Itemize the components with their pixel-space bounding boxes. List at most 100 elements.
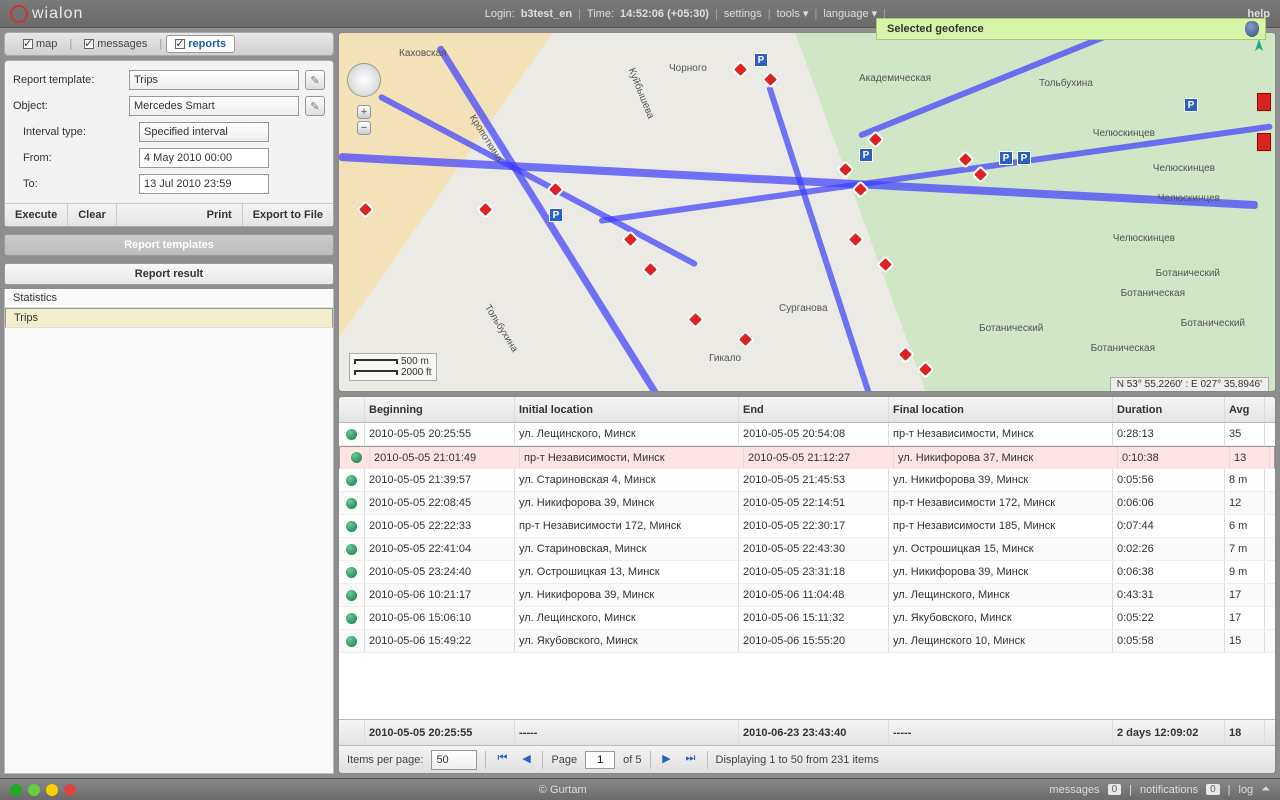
tab-map[interactable]: map [15, 36, 65, 52]
time-label: Time: [587, 8, 614, 20]
map-view[interactable]: P P P P P P Каховская Кропоткина Куйбыше… [338, 32, 1276, 392]
col-beginning[interactable]: Beginning [365, 397, 515, 422]
map-street-label: Ботанический [1156, 268, 1220, 279]
templates-header[interactable]: Report templates [4, 234, 334, 256]
cell-duration: 0:10:38 [1118, 447, 1230, 468]
table-row[interactable]: 2010-05-05 21:01:49пр-т Независимости, М… [339, 446, 1275, 469]
map-zoom-control[interactable]: +− [357, 105, 371, 135]
cell-end: 2010-05-06 15:11:32 [739, 607, 889, 629]
parking-icon: P [1184, 98, 1198, 112]
col-end[interactable]: End [739, 397, 889, 422]
table-row[interactable]: 2010-05-05 21:39:57ул. Стариновская 4, М… [339, 469, 1275, 492]
clear-button[interactable]: Clear [68, 204, 117, 226]
export-button[interactable]: Export to File [243, 204, 333, 226]
cell-beginning: 2010-05-05 21:39:57 [365, 469, 515, 491]
cell-avg: 15 [1225, 630, 1265, 652]
ipp-label: Items per page: [347, 754, 423, 766]
col-initial-location[interactable]: Initial location [515, 397, 739, 422]
result-item-statistics[interactable]: Statistics [5, 289, 333, 308]
cell-avg: 6 m [1225, 515, 1265, 537]
logo-text: wialon [32, 5, 83, 23]
col-avg[interactable]: Avg [1225, 397, 1265, 422]
cell-beginning: 2010-05-06 15:49:22 [365, 630, 515, 652]
tab-messages[interactable]: messages [76, 36, 155, 52]
execute-button[interactable]: Execute [5, 204, 68, 226]
table-row[interactable]: 2010-05-06 10:21:17ул. Никифорова 39, Ми… [339, 584, 1275, 607]
page-first-icon[interactable]: ⏮ [494, 752, 510, 768]
checkbox-icon[interactable] [84, 39, 94, 49]
col-final-location[interactable]: Final location [889, 397, 1113, 422]
object-select[interactable]: Mercedes Smart [129, 96, 299, 116]
status-dot-icon[interactable] [10, 784, 22, 796]
checkbox-icon[interactable] [175, 39, 185, 49]
page-prev-icon[interactable]: ◀ [518, 752, 534, 768]
object-tool-icon[interactable]: ✎ [305, 96, 325, 116]
cell-initial-location: ул. Стариновская, Минск [515, 538, 739, 560]
map-pan-control[interactable] [347, 63, 381, 97]
template-label: Report template: [13, 74, 123, 86]
interval-select[interactable]: Specified interval [139, 122, 269, 142]
geofence-tooltip-text: Selected geofence [887, 23, 984, 35]
table-row[interactable]: 2010-05-06 15:49:22ул. Якубовского, Минс… [339, 630, 1275, 653]
template-tool-icon[interactable]: ✎ [305, 70, 325, 90]
expand-icon[interactable]: ⏶ [1261, 783, 1270, 796]
table-row[interactable]: 2010-05-06 15:06:10ул. Лещинского, Минск… [339, 607, 1275, 630]
cell-final-location: ул. Никифорова 39, Минск [889, 561, 1113, 583]
link-tools[interactable]: tools ▾ [777, 7, 809, 20]
cell-beginning: 2010-05-05 22:41:04 [365, 538, 515, 560]
row-marker-icon [346, 429, 357, 440]
map-marker-icon [1257, 133, 1271, 151]
template-select[interactable]: Trips [129, 70, 299, 90]
cell-initial-location: ул. Никифорова 39, Минск [515, 492, 739, 514]
to-label: To: [23, 178, 133, 190]
link-settings[interactable]: settings [724, 8, 762, 20]
zoom-in-icon[interactable]: + [357, 105, 371, 119]
status-dot-icon[interactable] [64, 784, 76, 796]
view-tabs: map | messages | reports [4, 32, 334, 56]
page-of: of 5 [623, 754, 641, 766]
status-bar: © Gurtam messages 0 | notifications 0 | … [0, 778, 1280, 800]
grid-footer: 2010-05-05 20:25:55 ----- 2010-06-23 23:… [339, 719, 1275, 745]
from-label: From: [23, 152, 133, 164]
table-row[interactable]: 2010-05-05 22:22:33пр-т Независимости 17… [339, 515, 1275, 538]
footer-end: 2010-06-23 23:43:40 [739, 720, 889, 745]
cell-end: 2010-05-05 20:54:08 [739, 423, 889, 445]
trips-grid: Beginning Initial location End Final loc… [338, 396, 1276, 774]
link-language[interactable]: language ▾ [823, 7, 877, 20]
footer-messages[interactable]: messages [1049, 784, 1099, 796]
page-last-icon[interactable]: ⏭ [683, 752, 699, 768]
cell-end: 2010-05-05 22:43:30 [739, 538, 889, 560]
cell-duration: 0:05:56 [1113, 469, 1225, 491]
status-dot-icon[interactable] [46, 784, 58, 796]
from-input[interactable] [139, 148, 269, 168]
cell-duration: 0:07:44 [1113, 515, 1225, 537]
checkbox-icon[interactable] [23, 39, 33, 49]
page-input[interactable] [585, 751, 615, 769]
ipp-select[interactable]: 50 [431, 750, 477, 770]
zoom-out-icon[interactable]: − [357, 121, 371, 135]
tab-reports[interactable]: reports [166, 35, 235, 53]
cell-end: 2010-05-06 15:55:20 [739, 630, 889, 652]
print-button[interactable]: Print [197, 204, 243, 226]
table-row[interactable]: 2010-05-05 22:41:04ул. Стариновская, Мин… [339, 538, 1275, 561]
page-next-icon[interactable]: ▶ [659, 752, 675, 768]
cell-initial-location: пр-т Независимости, Минск [520, 447, 744, 468]
map-street-label: Тольбухина [1039, 78, 1093, 89]
cell-initial-location: ул. Лещинского, Минск [515, 607, 739, 629]
cell-avg: 7 m [1225, 538, 1265, 560]
result-item-trips[interactable]: Trips [5, 308, 333, 328]
table-row[interactable]: 2010-05-05 22:08:45ул. Никифорова 39, Ми… [339, 492, 1275, 515]
cell-initial-location: пр-т Независимости 172, Минск [515, 515, 739, 537]
footer-notifications[interactable]: notifications [1140, 784, 1198, 796]
cell-final-location: пр-т Независимости 185, Минск [889, 515, 1113, 537]
to-input[interactable] [139, 174, 269, 194]
status-dot-icon[interactable] [28, 784, 40, 796]
footer-log[interactable]: log [1239, 784, 1254, 796]
footer-avg: 18 [1225, 720, 1265, 745]
result-header[interactable]: Report result [4, 263, 334, 285]
col-duration[interactable]: Duration [1113, 397, 1225, 422]
table-row[interactable]: 2010-05-05 20:25:55ул. Лещинского, Минск… [339, 423, 1275, 446]
grid-header: Beginning Initial location End Final loc… [339, 397, 1275, 423]
table-row[interactable]: 2010-05-05 23:24:40ул. Острошицкая 13, М… [339, 561, 1275, 584]
cell-initial-location: ул. Якубовского, Минск [515, 630, 739, 652]
